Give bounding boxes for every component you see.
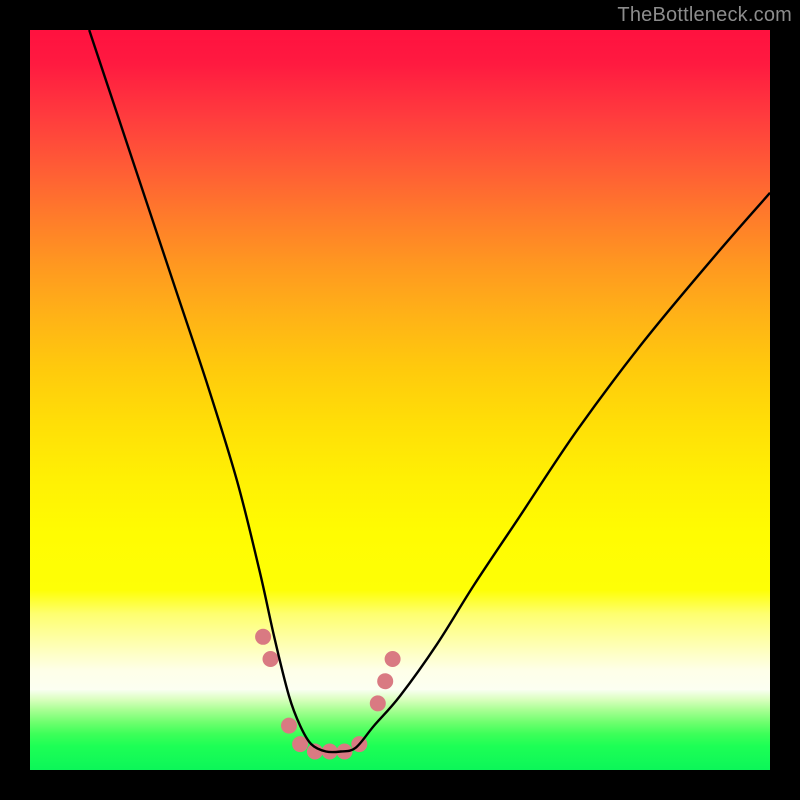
plot-area — [30, 30, 770, 770]
highlight-dot — [377, 673, 393, 689]
highlight-dot — [385, 651, 401, 667]
highlight-dot — [263, 651, 279, 667]
highlight-dot — [281, 718, 297, 734]
curve-layer — [30, 30, 770, 770]
bottleneck-curve — [89, 30, 770, 752]
highlight-dot — [370, 695, 386, 711]
highlight-dot — [255, 629, 271, 645]
watermark-text: TheBottleneck.com — [617, 4, 792, 27]
chart-frame: TheBottleneck.com — [0, 0, 800, 800]
